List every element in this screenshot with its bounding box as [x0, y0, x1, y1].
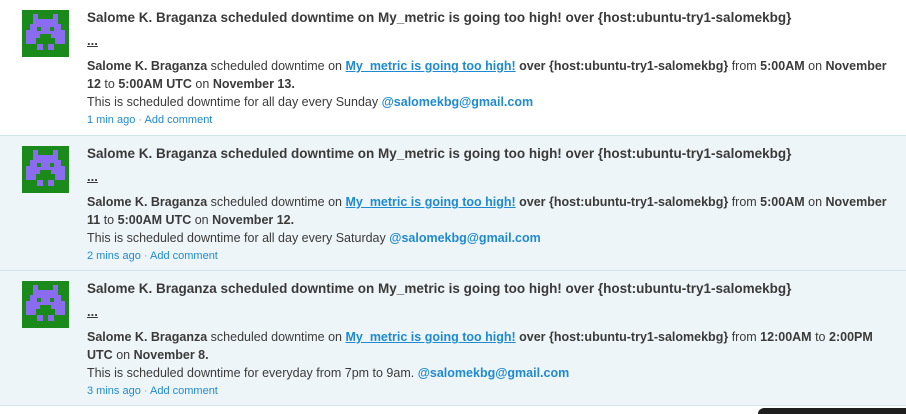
timestamp-link[interactable]: 1 min ago	[87, 114, 135, 126]
from-text: from	[731, 195, 757, 209]
space-invader-icon	[26, 285, 65, 321]
user-name: Salome K. Braganza	[87, 59, 208, 73]
on-text: on	[194, 213, 209, 227]
scope-text: over {host:ubuntu-try1-salomekbg}	[519, 330, 729, 344]
on-text: on	[195, 77, 210, 91]
add-comment-link[interactable]: Add comment	[145, 114, 213, 126]
avatar[interactable]	[22, 146, 69, 193]
action-text: scheduled downtime on	[210, 59, 343, 73]
event-title: Salome K. Braganza scheduled downtime on…	[87, 146, 792, 161]
from-text: from	[731, 330, 757, 344]
event-body: Salome K. Braganza scheduled downtime on…	[87, 328, 899, 382]
event-item: Salome K. Braganza scheduled downtime on…	[0, 0, 906, 136]
monitor-link[interactable]: My_metric is going too high!	[346, 59, 516, 73]
event-feed: Salome K. Braganza scheduled downtime on…	[0, 0, 906, 406]
on-text: on	[808, 59, 823, 73]
space-invader-icon	[26, 14, 65, 50]
mention-link[interactable]: @salomekbg@gmail.com	[382, 95, 534, 109]
message-text: This is scheduled downtime for everyday …	[87, 366, 415, 380]
timestamp-link[interactable]: 2 mins ago	[87, 250, 141, 262]
to-text: to	[815, 330, 826, 344]
user-name: Salome K. Braganza	[87, 330, 208, 344]
on-text: on	[116, 348, 131, 362]
separator: ·	[143, 385, 148, 397]
expand-more-link[interactable]: ...	[87, 31, 98, 51]
event-meta: 3 mins ago · Add comment	[87, 383, 899, 399]
scope-text: over {host:ubuntu-try1-salomekbg}	[519, 195, 729, 209]
end-date: November 8.	[133, 348, 209, 362]
start-time: 5:00AM	[760, 59, 805, 73]
action-text: scheduled downtime on	[210, 330, 343, 344]
event-title: Salome K. Braganza scheduled downtime on…	[87, 281, 792, 296]
add-comment-link[interactable]: Add comment	[150, 385, 218, 397]
to-text: to	[104, 77, 115, 91]
event-item: Salome K. Braganza scheduled downtime on…	[0, 271, 906, 406]
event-body: Salome K. Braganza scheduled downtime on…	[87, 57, 899, 111]
end-time: 5:00AM UTC	[118, 77, 192, 91]
user-name: Salome K. Braganza	[87, 195, 208, 209]
end-date: November 13.	[212, 77, 295, 91]
monitor-link[interactable]: My_metric is going too high!	[346, 330, 516, 344]
start-time: 5:00AM	[760, 195, 805, 209]
monitor-link[interactable]: My_metric is going too high!	[346, 195, 516, 209]
end-date: November 12.	[212, 213, 295, 227]
end-time: 5:00AM UTC	[117, 213, 192, 227]
event-item: Salome K. Braganza scheduled downtime on…	[0, 136, 906, 271]
mention-link[interactable]: @salomekbg@gmail.com	[418, 366, 570, 380]
action-text: scheduled downtime on	[210, 195, 343, 209]
to-text: to	[103, 213, 115, 227]
expand-more-link[interactable]: ...	[87, 167, 98, 187]
separator: ·	[138, 114, 143, 126]
avatar[interactable]	[22, 10, 69, 57]
event-title: Salome K. Braganza scheduled downtime on…	[87, 10, 792, 25]
mention-link[interactable]: @salomekbg@gmail.com	[389, 231, 541, 245]
event-body: Salome K. Braganza scheduled downtime on…	[87, 193, 899, 247]
space-invader-icon	[26, 150, 65, 186]
separator: ·	[143, 250, 148, 262]
scope-text: over {host:ubuntu-try1-salomekbg}	[519, 59, 729, 73]
on-text: on	[808, 195, 823, 209]
expand-more-link[interactable]: ...	[87, 302, 98, 322]
from-text: from	[731, 59, 757, 73]
bottom-panel-edge	[758, 408, 906, 414]
message-text: This is scheduled downtime for all day e…	[87, 95, 379, 109]
event-meta: 2 mins ago · Add comment	[87, 248, 899, 264]
event-meta: 1 min ago · Add comment	[87, 112, 899, 128]
add-comment-link[interactable]: Add comment	[150, 250, 218, 262]
message-text: This is scheduled downtime for all day e…	[87, 231, 386, 245]
timestamp-link[interactable]: 3 mins ago	[87, 385, 141, 397]
start-time: 12:00AM	[760, 330, 812, 344]
avatar[interactable]	[22, 281, 69, 328]
